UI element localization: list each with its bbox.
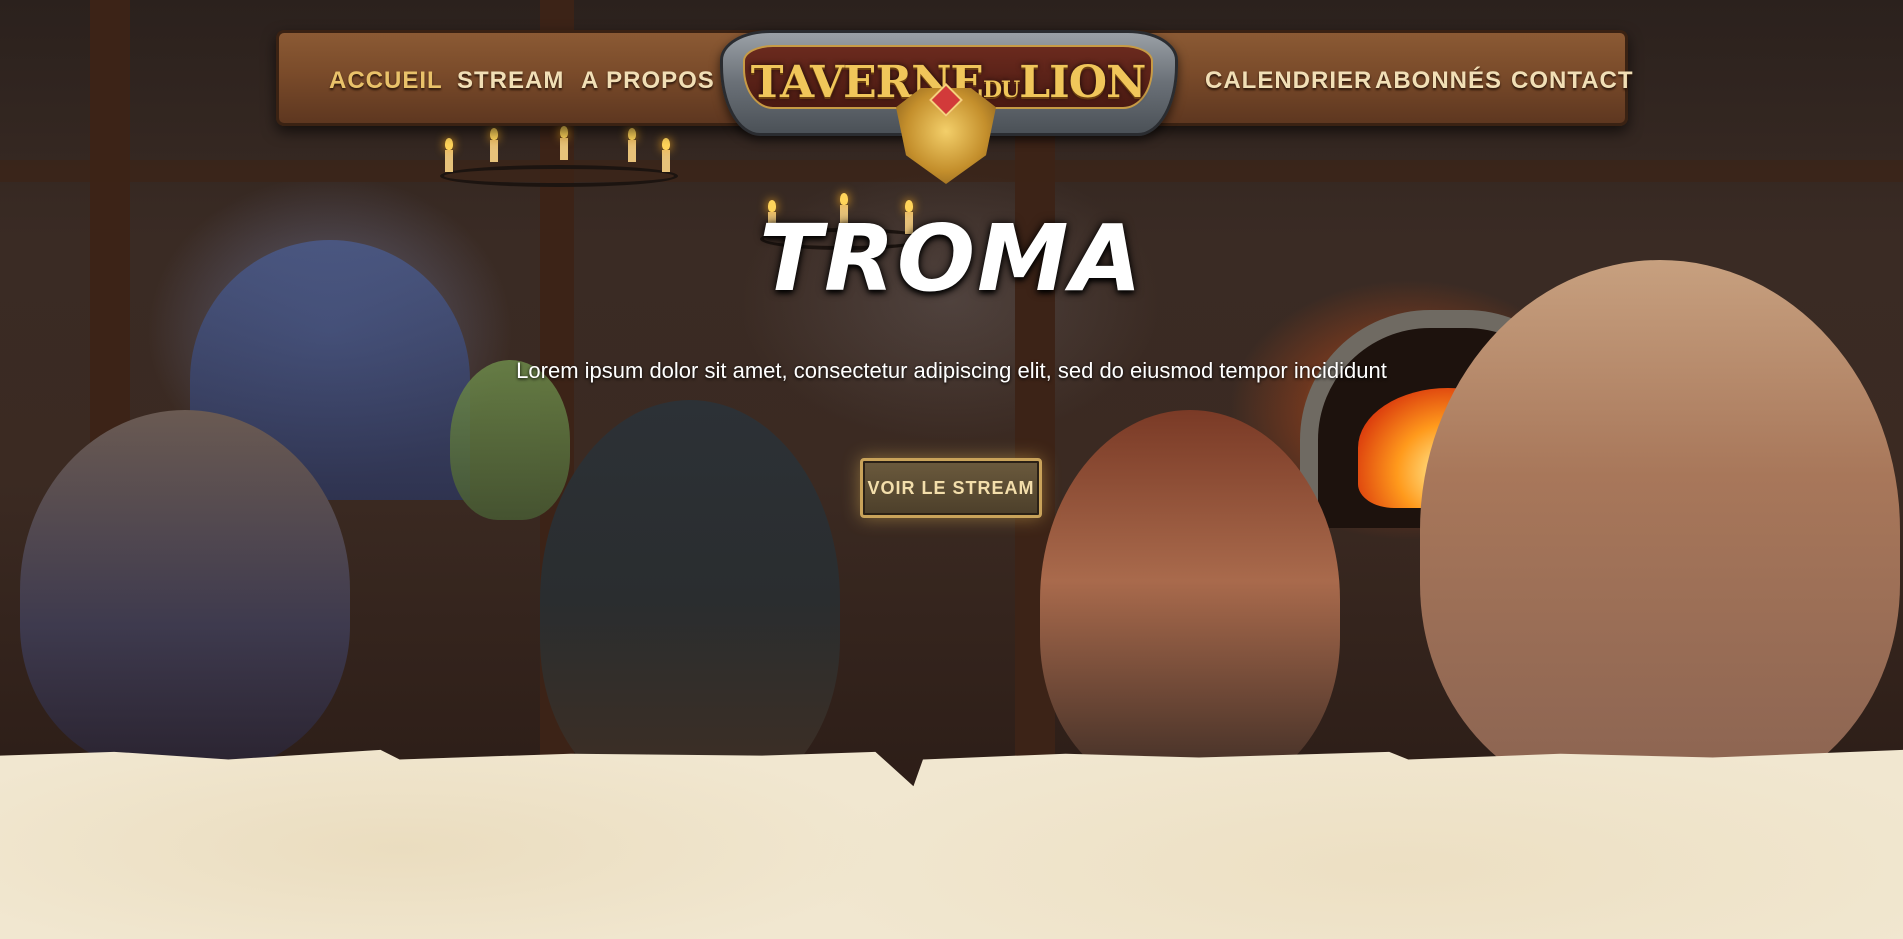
hero-title: TROMA — [759, 205, 1144, 312]
hooded-rogue-character — [540, 400, 840, 800]
logo-word-du: DU — [982, 77, 1020, 103]
logo-word-lion: LION — [1019, 57, 1146, 108]
red-haired-character — [1040, 410, 1340, 790]
candle-icon — [490, 128, 498, 162]
bearded-giant-character — [1420, 260, 1900, 800]
nav-link-calendrier[interactable]: CALENDRIER — [1205, 67, 1372, 95]
parchment-section — [0, 749, 1903, 939]
nav-link-abonnes[interactable]: ABONNÉS — [1375, 67, 1502, 95]
orc-character — [450, 360, 570, 520]
candle-icon — [560, 126, 568, 160]
nav-link-contact[interactable]: CONTACT — [1511, 67, 1634, 95]
chandelier — [440, 165, 678, 187]
candle-icon — [662, 138, 670, 172]
hero-description: Lorem ipsum dolor sit amet, consectetur … — [516, 358, 1387, 383]
nav-link-a-propos[interactable]: A PROPOS — [581, 67, 715, 95]
watch-stream-button[interactable]: VOIR LE STREAM — [860, 458, 1042, 518]
nav-link-stream[interactable]: STREAM — [457, 67, 564, 95]
candle-icon — [628, 128, 636, 162]
nav-link-accueil[interactable]: ACCUEIL — [329, 67, 443, 95]
warrior-character — [20, 410, 350, 770]
candle-icon — [445, 138, 453, 172]
